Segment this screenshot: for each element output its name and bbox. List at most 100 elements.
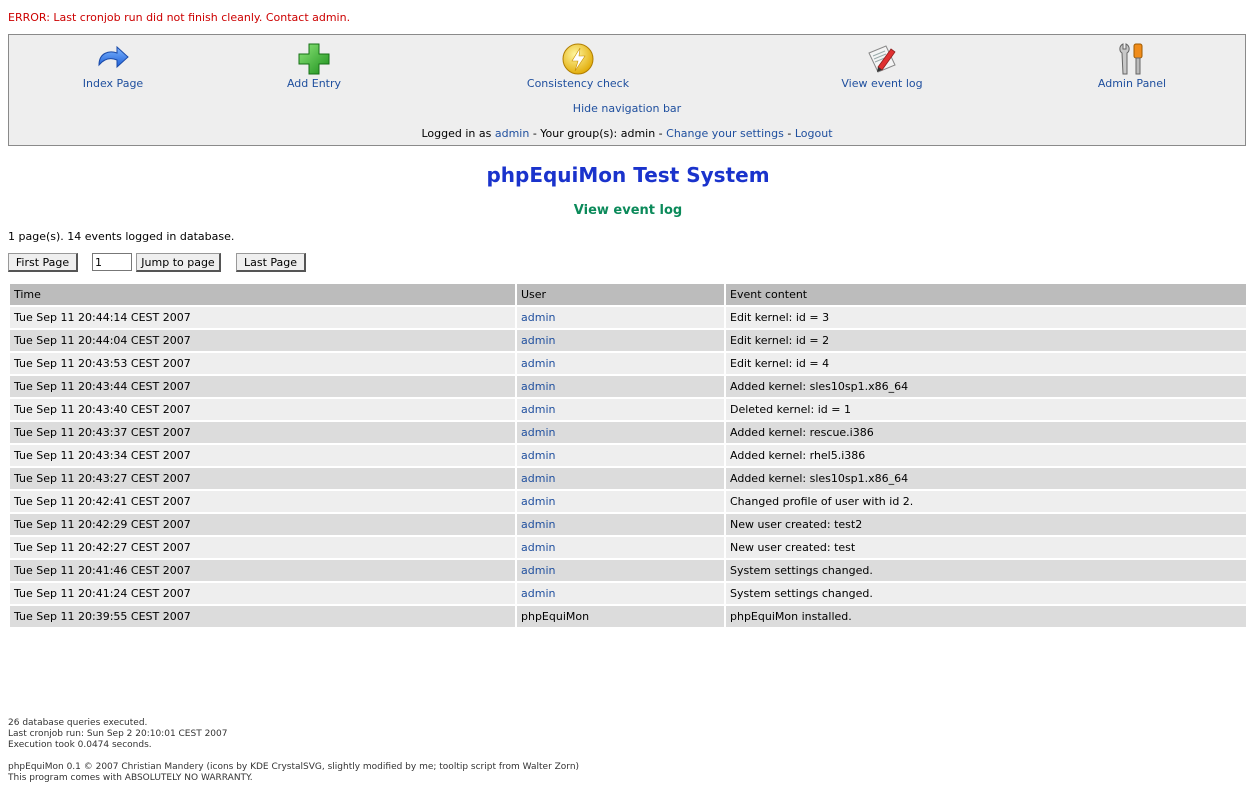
cell-event: Edit kernel: id = 4 [726, 353, 1246, 374]
user-link[interactable]: admin [521, 311, 555, 324]
cell-user: admin [517, 514, 724, 535]
green-plus-icon [298, 43, 330, 75]
jump-to-page-button[interactable]: Jump to page [136, 253, 221, 272]
last-page-button[interactable]: Last Page [236, 253, 306, 272]
table-row: Tue Sep 11 20:44:04 CEST 2007 admin Edit k… [10, 330, 1246, 351]
table-row: Tue Sep 11 20:43:37 CEST 2007 admin Added … [10, 422, 1246, 443]
cell-time: Tue Sep 11 20:42:41 CEST 2007 [10, 491, 515, 512]
page-number-input[interactable] [92, 253, 132, 271]
cell-time: Tue Sep 11 20:43:53 CEST 2007 [10, 353, 515, 374]
cell-time: Tue Sep 11 20:41:24 CEST 2007 [10, 583, 515, 604]
cell-event: Added kernel: sles10sp1.x86_64 [726, 468, 1246, 489]
nav-view-event-log-label: View event log [841, 77, 923, 90]
table-row: Tue Sep 11 20:41:24 CEST 2007 admin System… [10, 583, 1246, 604]
cell-time: Tue Sep 11 20:41:46 CEST 2007 [10, 560, 515, 581]
column-header-user: User [517, 284, 724, 305]
nav-admin-panel[interactable]: Admin Panel [1052, 41, 1212, 90]
cell-time: Tue Sep 11 20:43:27 CEST 2007 [10, 468, 515, 489]
logged-in-prefix: Logged in as [421, 127, 492, 140]
cell-event: phpEquiMon installed. [726, 606, 1246, 627]
navigation-bar: Index Page Add Entry Consistency check V… [8, 34, 1246, 146]
user-link[interactable]: admin [521, 518, 555, 531]
cell-user: admin [517, 353, 724, 374]
hide-navigation-row: Hide navigation bar [9, 102, 1245, 115]
cell-time: Tue Sep 11 20:42:29 CEST 2007 [10, 514, 515, 535]
nav-index-page-label: Index Page [82, 77, 144, 90]
error-message: ERROR: Last cronjob run did not finish c… [8, 11, 351, 24]
cell-user: admin [517, 468, 724, 489]
nav-add-entry-label: Add Entry [286, 77, 342, 90]
redo-arrow-icon [98, 45, 129, 69]
table-row: Tue Sep 11 20:41:46 CEST 2007 admin System… [10, 560, 1246, 581]
user-link[interactable]: admin [521, 334, 555, 347]
last-cronjob: Last cronjob run: Sun Sep 2 20:10:01 CES… [8, 729, 228, 739]
cell-time: Tue Sep 11 20:43:34 CEST 2007 [10, 445, 515, 466]
separator: - [787, 127, 792, 140]
cell-user: admin [517, 376, 724, 397]
cell-time: Tue Sep 11 20:43:40 CEST 2007 [10, 399, 515, 420]
nav-index-page[interactable]: Index Page [33, 41, 193, 90]
user-link[interactable]: admin [521, 403, 555, 416]
change-settings-link[interactable]: Change your settings [666, 127, 784, 140]
cell-event: System settings changed. [726, 560, 1246, 581]
cell-event: Added kernel: sles10sp1.x86_64 [726, 376, 1246, 397]
user-link[interactable]: admin [521, 426, 555, 439]
table-body: Tue Sep 11 20:44:14 CEST 2007 admin Edit k… [10, 307, 1246, 627]
tools-icon [1119, 43, 1143, 75]
table-row: Tue Sep 11 20:43:40 CEST 2007 admin Delete… [10, 399, 1246, 420]
cell-time: Tue Sep 11 20:43:37 CEST 2007 [10, 422, 515, 443]
column-header-event: Event content [726, 284, 1246, 305]
cell-event: Changed profile of user with id 2. [726, 491, 1246, 512]
cell-event: System settings changed. [726, 583, 1246, 604]
nav-consistency-check[interactable]: Consistency check [498, 41, 658, 90]
table-row: Tue Sep 11 20:42:41 CEST 2007 admin Change… [10, 491, 1246, 512]
logout-link[interactable]: Logout [795, 127, 833, 140]
cell-user: admin [517, 491, 724, 512]
cell-event: New user created: test [726, 537, 1246, 558]
nav-add-entry[interactable]: Add Entry [234, 41, 394, 90]
cell-time: Tue Sep 11 20:44:04 CEST 2007 [10, 330, 515, 351]
cell-user: admin [517, 560, 724, 581]
cell-event: Added kernel: rescue.i386 [726, 422, 1246, 443]
column-header-time: Time [10, 284, 515, 305]
cell-user: admin [517, 307, 724, 328]
site-title: phpEquiMon Test System [486, 163, 770, 187]
cell-event: Edit kernel: id = 3 [726, 307, 1246, 328]
user-link[interactable]: admin [521, 380, 555, 393]
query-count: 26 database queries executed. [8, 718, 148, 728]
cell-user: admin [517, 399, 724, 420]
cell-event: New user created: test2 [726, 514, 1246, 535]
footer-credits: phpEquiMon 0.1 © 2007 Christian Mandery … [8, 762, 579, 784]
user-name: phpEquiMon [521, 610, 590, 623]
cell-time: Tue Sep 11 20:42:27 CEST 2007 [10, 537, 515, 558]
nav-admin-panel-label: Admin Panel [1097, 77, 1167, 90]
user-link[interactable]: admin [521, 357, 555, 370]
warranty-text: This program comes with ABSOLUTELY NO WA… [8, 773, 253, 783]
cell-user: admin [517, 330, 724, 351]
login-status: Logged in as admin - Your group(s): admi… [9, 127, 1245, 140]
event-log-table: Time User Event content Tue Sep 11 20:44… [8, 282, 1248, 629]
cell-user: phpEquiMon [517, 606, 724, 627]
user-link[interactable]: admin [521, 541, 555, 554]
table-row: Tue Sep 11 20:42:29 CEST 2007 admin New us… [10, 514, 1246, 535]
current-user-link[interactable]: admin [495, 127, 529, 140]
hide-navigation-link[interactable]: Hide navigation bar [573, 102, 681, 115]
credits-text: phpEquiMon 0.1 © 2007 Christian Mandery … [8, 762, 580, 772]
user-link[interactable]: admin [521, 472, 555, 485]
user-link[interactable]: admin [521, 564, 555, 577]
lightning-icon [562, 43, 594, 75]
table-row: Tue Sep 11 20:43:27 CEST 2007 admin Added … [10, 468, 1246, 489]
log-summary: 1 page(s). 14 events logged in database. [8, 230, 235, 243]
nav-view-event-log[interactable]: View event log [802, 41, 962, 90]
footer-stats: 26 database queries executed. Last cronj… [8, 718, 227, 751]
first-page-button[interactable]: First Page [8, 253, 78, 272]
page-heading: View event log [573, 203, 683, 218]
cell-user: admin [517, 422, 724, 443]
user-link[interactable]: admin [521, 587, 555, 600]
user-link[interactable]: admin [521, 449, 555, 462]
document-pen-icon [868, 45, 896, 73]
table-row: Tue Sep 11 20:43:34 CEST 2007 admin Added … [10, 445, 1246, 466]
user-link[interactable]: admin [521, 495, 555, 508]
cell-user: admin [517, 583, 724, 604]
table-row: Tue Sep 11 20:42:27 CEST 2007 admin New us… [10, 537, 1246, 558]
